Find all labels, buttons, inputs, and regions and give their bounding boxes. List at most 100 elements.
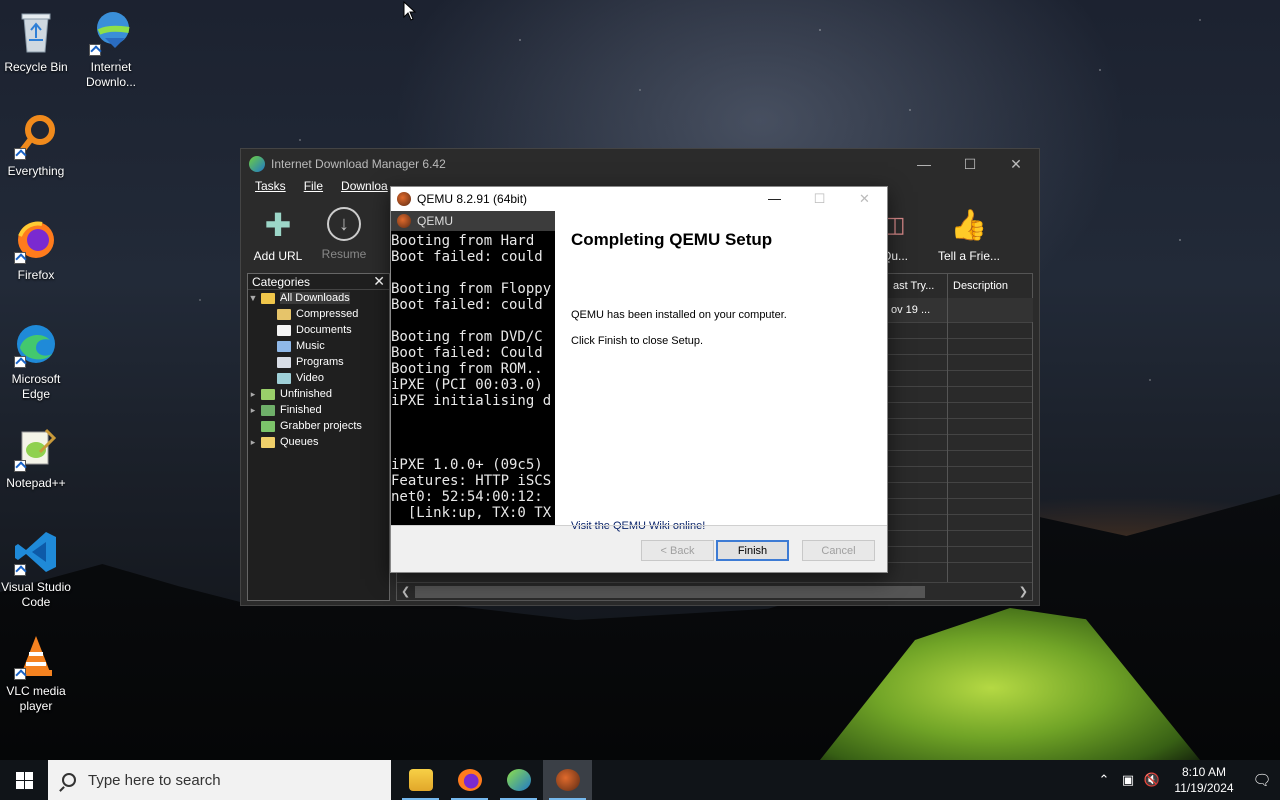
qemu-console-text: Booting from Hard Boot failed: could Boot… [391,231,555,521]
category-programs[interactable]: Programs [248,354,389,370]
everything-search-icon [12,112,60,160]
page-title: Completing QEMU Setup [571,230,773,249]
console-line: [Link:up, TX:0 TX [391,505,552,521]
category-finished[interactable]: ▸ Finished [248,402,389,418]
chevron-up-icon[interactable]: ⌃ [1092,772,1116,788]
desktop-icon-label: VLC media player [6,684,66,713]
qemu-setup-dialog[interactable]: QEMU 8.2.91 (64bit) — ☐ ✕ QEMU Booting f… [390,186,888,573]
finished-folder-icon [261,404,275,416]
taskbar-app-idm[interactable] [494,760,543,800]
categories-header: Categories [252,274,311,289]
column-last-try[interactable]: ast Try... [887,274,949,298]
desktop-icon-firefox[interactable]: Firefox [0,216,72,283]
start-button[interactable] [0,760,48,800]
category-music[interactable]: Music [248,338,389,354]
desktop-icon-label: Microsoft Edge [11,372,61,401]
resume-button[interactable]: ↓ Resume [311,207,377,261]
add-url-button[interactable]: ✚ Add URL [245,207,311,263]
clock-time: 8:10 AM [1181,765,1227,779]
qemu-icon [397,214,411,228]
finish-instruction: Click Finish to close Setup. [571,335,704,347]
category-video[interactable]: Video [248,370,389,386]
console-line: iPXE (PCI 00:03.0) [391,377,543,393]
column-description[interactable]: Description [947,274,1033,298]
desktop-icon-label: Visual Studio Code [1,580,71,609]
desktop-icon-label: Recycle Bin [4,60,68,74]
maximize-button[interactable]: ☐ [947,156,993,173]
category-compressed[interactable]: Compressed [248,306,389,322]
queues-folder-icon [261,436,275,448]
desktop-icon-vlc[interactable]: VLC media player [0,632,72,714]
desktop-icon-label: Firefox [17,268,55,282]
desktop-icon-everything[interactable]: Everything [0,112,72,179]
qemu-title-bar[interactable]: QEMU 8.2.91 (64bit) — ☐ ✕ [391,187,887,211]
thumbs-up-icon: 👍 [950,208,988,242]
desktop-icon-notepad-plus[interactable]: Notepad++ [0,424,72,491]
tell-friend-label: Tell a Frie... [937,249,1000,263]
qemu-setup-content: Completing QEMU Setup QEMU has been inst… [555,211,887,532]
qemu-wiki-link[interactable]: Visit the QEMU Wiki online! [571,520,705,532]
horizontal-scrollbar[interactable]: ❮ ❯ [397,582,1032,600]
idm-title-bar[interactable]: Internet Download Manager 6.42 — ☐ ✕ [241,149,1039,179]
categories-panel: Categories ✕ ▼ All Downloads Compressed D… [247,273,390,601]
taskbar-app-qemu[interactable] [543,760,592,800]
menu-downloads[interactable]: Downloa [341,179,388,199]
taskbar-app-firefox[interactable] [445,760,494,800]
console-line: Booting from Floppy [391,281,552,297]
category-queues[interactable]: ▸ Queues [248,434,389,450]
music-icon [277,340,291,352]
console-line: iPXE initialising d [391,393,552,409]
document-icon [277,324,291,336]
scroll-left-icon[interactable]: ❮ [401,585,410,598]
file-explorer-icon [408,769,433,791]
scroll-thumb[interactable] [415,585,925,598]
table-row[interactable]: ov 19 ... [887,298,1033,322]
console-line: Booting from Hard [391,233,535,249]
desktop-icon-recycle-bin[interactable]: Recycle Bin [0,8,72,75]
tell-friend-button[interactable]: 👍 Tell a Frie... [927,207,1011,264]
add-url-label: Add URL [253,249,303,263]
close-button[interactable]: ✕ [993,156,1039,173]
qemu-title: QEMU 8.2.91 (64bit) [417,192,528,206]
idm-toolbar-right: ◫ Qu... 👍 Tell a Frie... [877,207,1011,264]
grabber-icon [261,420,275,432]
taskbar-app-file-explorer[interactable] [396,760,445,800]
plus-icon: ✚ [264,207,292,243]
resume-label: Resume [321,247,367,261]
scroll-right-icon[interactable]: ❯ [1019,585,1028,598]
category-grabber-projects[interactable]: Grabber projects [248,418,389,434]
video-icon [277,372,291,384]
desktop-icon-idm[interactable]: Internet Downlo... [75,8,147,90]
finish-button[interactable]: Finish [716,540,789,561]
console-line: Booting from DVD/C [391,329,543,345]
volume-muted-icon[interactable]: 🔇 [1140,772,1164,788]
desktop-icon-label: Internet Downlo... [85,60,137,89]
system-tray: ⌃ ▣ 🔇 8:10 AM 11/19/2024 🗨 [1092,760,1280,800]
folder-open-icon [261,292,275,304]
category-unfinished[interactable]: ▸ Unfinished [248,386,389,402]
minimize-button[interactable]: — [752,191,797,207]
windows-logo-icon [15,771,33,789]
console-line: Boot failed: Could [391,345,543,361]
close-categories-icon[interactable]: ✕ [373,273,385,290]
console-line: net0: 52:54:00:12: [391,489,543,505]
desktop-icon-edge[interactable]: Microsoft Edge [0,320,72,402]
qemu-icon [397,192,411,206]
notifications-icon[interactable]: 🗨 [1244,771,1280,789]
category-documents[interactable]: Documents [248,322,389,338]
taskbar-search[interactable]: Type here to search [48,760,391,800]
menu-file[interactable]: File [304,179,323,199]
maximize-button: ☐ [813,191,826,206]
mouse-cursor-icon [403,1,417,21]
menu-tasks[interactable]: Tasks [255,179,286,199]
divider [391,525,887,526]
back-button: < Back [641,540,714,561]
network-icon[interactable]: ▣ [1116,772,1140,788]
category-all-downloads[interactable]: ▼ All Downloads [248,290,389,306]
console-line: iPXE 1.0.0+ (09c5) [391,457,543,473]
minimize-button[interactable]: — [901,156,947,173]
desktop-icon-vscode[interactable]: Visual Studio Code [0,528,72,610]
clock[interactable]: 8:10 AM 11/19/2024 [1168,764,1240,796]
